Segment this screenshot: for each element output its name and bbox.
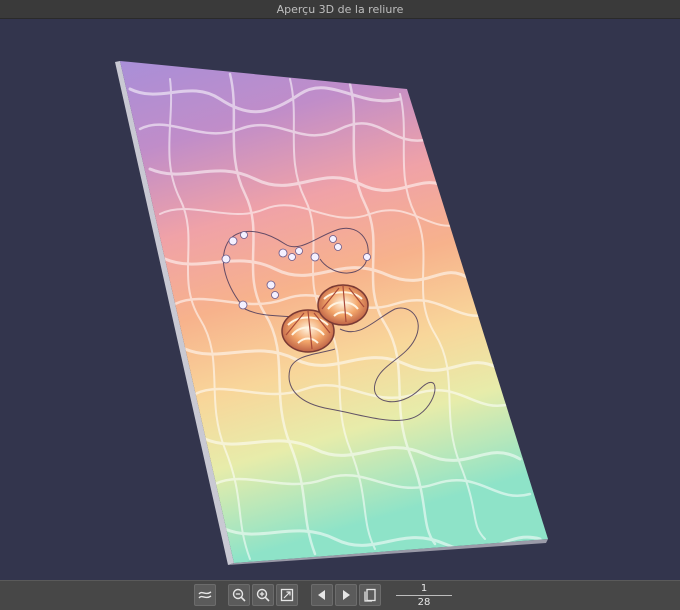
next-page-icon xyxy=(343,590,350,600)
total-pages: 28 xyxy=(417,597,431,608)
seashell-right xyxy=(317,284,369,326)
preview-viewport[interactable] xyxy=(0,19,680,580)
binding-curve-icon xyxy=(198,591,212,599)
zoom-in-icon xyxy=(256,588,270,602)
previous-page-icon xyxy=(318,590,325,600)
fit-view-icon xyxy=(280,588,294,602)
next-page-button[interactable] xyxy=(335,584,357,606)
window-title: Aperçu 3D de la reliure xyxy=(0,0,680,19)
zoom-in-button[interactable] xyxy=(252,584,274,606)
previous-page-button[interactable] xyxy=(311,584,333,606)
page-spread-icon xyxy=(364,588,376,602)
page-indicator: 1 28 xyxy=(392,582,456,610)
book-3d-preview[interactable] xyxy=(0,19,680,580)
page-spread-button[interactable] xyxy=(359,584,381,606)
bottom-toolbar: 1 28 xyxy=(0,580,680,610)
zoom-out-button[interactable] xyxy=(228,584,250,606)
fit-view-button[interactable] xyxy=(276,584,298,606)
current-page[interactable]: 1 xyxy=(392,582,456,595)
zoom-out-icon xyxy=(232,588,246,602)
binding-curve-button[interactable] xyxy=(194,584,216,606)
